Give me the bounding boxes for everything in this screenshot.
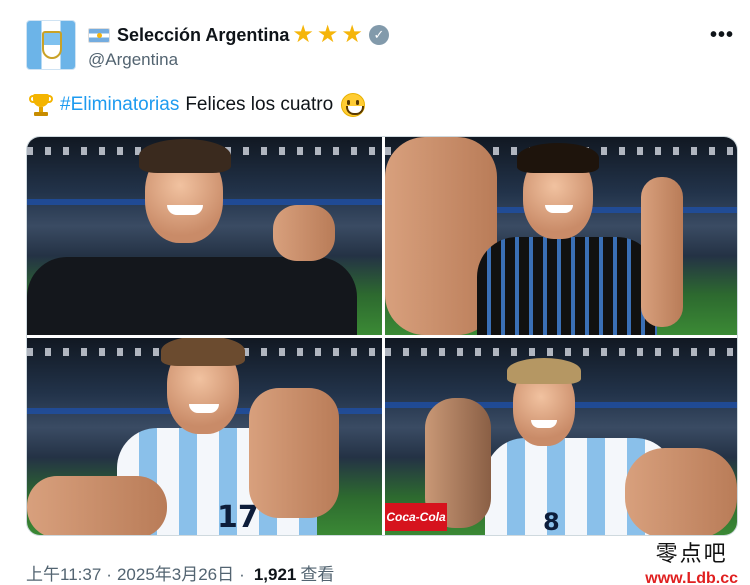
display-name[interactable]: Selección Argentina	[117, 25, 289, 46]
tweet-body: Felices los cuatro	[185, 94, 334, 115]
star-icon: ★	[316, 21, 339, 48]
jersey-number: 8	[543, 508, 560, 536]
star-icon: ★	[341, 21, 363, 48]
verified-icon: ✓	[368, 25, 389, 45]
tweet-time[interactable]: 上午11:37	[26, 560, 101, 585]
photo-3[interactable]: 17	[27, 338, 382, 535]
jersey-number: 17	[217, 500, 259, 535]
photo-2[interactable]	[385, 137, 737, 335]
grinning-face-icon	[341, 93, 366, 117]
views-count: 1,921	[253, 565, 297, 584]
handle[interactable]: @Argentina	[88, 50, 178, 70]
tweet-meta: 上午11:37 · 2025年3月26日 · 1,921 查看	[26, 560, 334, 585]
meta-separator: ·	[106, 565, 112, 584]
tweet-header: Selección Argentina ★ ★ ★ ✓ @Argentina •…	[26, 20, 738, 74]
more-icon[interactable]: •••	[710, 24, 734, 47]
trophy-icon	[28, 92, 54, 118]
watermark: 零点吧 www.Ldb.cc	[645, 536, 738, 585]
views-label: 查看	[300, 565, 335, 584]
author-name-row: Selección Argentina ★ ★ ★ ✓	[88, 22, 389, 48]
tweet-date[interactable]: 2025年3月26日	[117, 560, 234, 585]
star-icon: ★	[292, 21, 314, 48]
watermark-site-name: 零点吧	[655, 542, 728, 567]
photo-4[interactable]: 8 Coca-Cola	[385, 338, 737, 536]
avatar[interactable]	[26, 20, 76, 70]
hashtag-link[interactable]: #Eliminatorias	[60, 94, 179, 116]
tweet-text: #Eliminatorias Felices los cuatro	[28, 92, 366, 118]
afa-crest-icon	[42, 31, 62, 59]
photo-grid: 17 8 Coca-Cola	[26, 136, 738, 536]
meta-separator: ·	[239, 565, 245, 584]
argentina-flag-icon	[88, 27, 110, 43]
sponsor-banner: Coca-Cola	[385, 503, 447, 531]
photo-1[interactable]	[27, 137, 382, 335]
watermark-url: www.Ldb.cc	[645, 570, 738, 585]
